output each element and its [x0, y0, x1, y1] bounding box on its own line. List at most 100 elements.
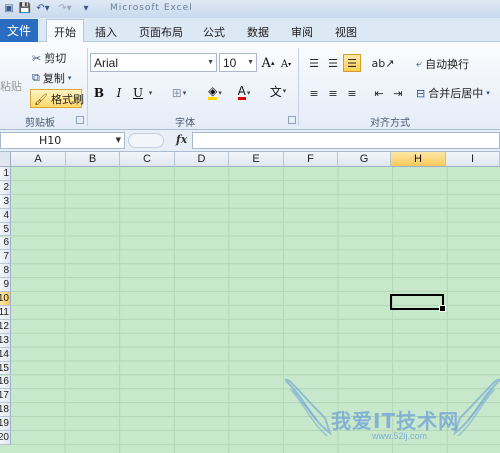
row-header[interactable]: 19	[0, 417, 11, 432]
column-header-i[interactable]: I	[446, 152, 500, 167]
cut-button[interactable]: ✂ 剪切	[32, 50, 66, 66]
row-header[interactable]: 15	[0, 361, 11, 376]
chevron-down-icon: ▾	[182, 89, 187, 97]
fill-color-button[interactable]: ◈ ▾	[203, 84, 227, 102]
row-header[interactable]: 16	[0, 375, 11, 390]
row-header[interactable]: 12	[0, 319, 11, 334]
wrap-text-icon: ⤶	[416, 57, 423, 70]
align-bottom-icon: ☰	[347, 56, 357, 70]
row-header[interactable]: 13	[0, 333, 11, 348]
bold-button[interactable]: B	[92, 84, 106, 102]
borders-button[interactable]: ⊞ ▾	[168, 84, 190, 102]
column-header-a[interactable]: A	[11, 152, 66, 167]
row-header[interactable]: 5	[0, 222, 11, 237]
paste-button[interactable]: 粘贴	[0, 78, 22, 94]
format-painter-label: 格式刷	[50, 93, 84, 106]
wrap-text-button[interactable]: ⤶ 自动换行	[416, 56, 469, 72]
tab-file[interactable]: 文件	[0, 19, 38, 42]
shrink-font-icon: A	[280, 58, 289, 70]
brush-icon: 🖌	[34, 92, 48, 106]
font-size-select[interactable]: 10 ▼	[219, 53, 257, 72]
increase-indent-button[interactable]: ⇥	[389, 84, 407, 102]
active-cell-h10[interactable]	[390, 294, 446, 312]
font-size-value: 10	[223, 55, 237, 70]
select-all-button[interactable]	[0, 152, 11, 167]
outdent-icon: ⇤	[374, 86, 384, 100]
align-middle-button[interactable]: ☰	[324, 54, 342, 72]
watermark-text: 我爱IT技术网	[331, 409, 460, 433]
orientation-button[interactable]: ab↗	[372, 54, 395, 72]
align-right-icon: ≡	[347, 86, 357, 100]
copy-button[interactable]: ⧉ 复制 ▾	[32, 70, 71, 86]
italic-button[interactable]: I	[112, 84, 126, 102]
redo-icon[interactable]: ↷▾	[56, 2, 74, 15]
paste-label: 粘贴	[0, 80, 22, 93]
row-header-selected[interactable]: 10	[0, 292, 11, 306]
grow-font-button[interactable]: A ▴	[260, 54, 276, 72]
phonetic-button[interactable]: 文 ▾	[266, 82, 290, 100]
excel-app-icon[interactable]: ▣	[2, 2, 16, 15]
tab-data[interactable]: 数据	[242, 22, 274, 42]
column-header-g[interactable]: G	[338, 152, 391, 167]
customize-toolbar-icon[interactable]: ▾	[80, 2, 92, 15]
row-header[interactable]: 11	[0, 306, 11, 320]
row-header[interactable]: 1	[0, 167, 11, 181]
font-color-button[interactable]: A ▾	[232, 84, 256, 102]
font-launcher-icon[interactable]	[288, 116, 296, 124]
decrease-indent-button[interactable]: ⇤	[370, 84, 388, 102]
row-header[interactable]: 14	[0, 347, 11, 362]
chevron-down-icon: ▾	[148, 89, 153, 97]
tab-formulas[interactable]: 公式	[198, 22, 230, 42]
underline-dropdown[interactable]: ▾	[145, 84, 155, 102]
column-header-d[interactable]: D	[175, 152, 229, 167]
row-header[interactable]: 18	[0, 403, 11, 418]
save-icon[interactable]: 💾	[18, 2, 32, 15]
column-header-c[interactable]: C	[120, 152, 175, 167]
row-header[interactable]: 6	[0, 236, 11, 251]
align-bottom-button[interactable]: ☰	[343, 54, 361, 72]
phonetic-icon: 文	[269, 84, 282, 99]
font-name-value: Arial	[94, 55, 119, 70]
tab-insert[interactable]: 插入	[90, 22, 122, 42]
row-header[interactable]: 8	[0, 264, 11, 279]
align-right-button[interactable]: ≡	[343, 84, 361, 102]
column-header-e[interactable]: E	[229, 152, 284, 167]
tab-review[interactable]: 审阅	[286, 22, 318, 42]
watermark-url: www.52ij.com	[372, 431, 428, 441]
column-header-f[interactable]: F	[284, 152, 338, 167]
formula-splitter[interactable]	[128, 133, 164, 148]
chevron-down-icon: ▾	[218, 89, 222, 97]
row-header[interactable]: 4	[0, 208, 11, 223]
tab-view[interactable]: 视图	[330, 22, 362, 42]
align-center-button[interactable]: ≡	[324, 84, 342, 102]
row-header[interactable]: 17	[0, 389, 11, 404]
scissors-icon: ✂	[32, 51, 42, 65]
shrink-font-button[interactable]: A ▾	[279, 55, 293, 73]
align-left-button[interactable]: ≡	[305, 84, 323, 102]
column-header-h[interactable]: H	[391, 152, 446, 167]
row-header[interactable]: 3	[0, 194, 11, 209]
name-box[interactable]: H10 ▼	[0, 132, 125, 149]
copy-icon: ⧉	[32, 71, 40, 84]
wrap-text-label: 自动换行	[425, 58, 470, 71]
column-header-b[interactable]: B	[66, 152, 120, 167]
row-header[interactable]: 2	[0, 180, 11, 195]
clipboard-launcher-icon[interactable]	[76, 116, 84, 124]
underline-button[interactable]: U	[131, 84, 145, 102]
excel-window: ▣ 💾 ↶▾ ↷▾ ▾ Microsoft Excel 文件 开始 插入 页面布…	[0, 0, 500, 453]
insert-function-icon[interactable]: fx	[176, 133, 187, 146]
copy-label: 复制	[42, 72, 65, 85]
font-name-select[interactable]: Arial ▼	[90, 53, 217, 72]
border-icon: ⊞	[171, 86, 182, 100]
merge-center-label: 合并后居中	[428, 87, 484, 100]
undo-icon[interactable]: ↶▾	[34, 2, 52, 15]
merge-center-button[interactable]: ⊟ 合并后居中 ▾	[416, 85, 490, 101]
tab-home[interactable]: 开始	[46, 19, 84, 43]
row-header[interactable]: 20	[0, 431, 11, 445]
align-top-icon: ☰	[309, 56, 319, 70]
row-header[interactable]: 7	[0, 250, 11, 265]
row-header[interactable]: 9	[0, 278, 11, 293]
align-top-button[interactable]: ☰	[305, 54, 323, 72]
tab-page-layout[interactable]: 页面布局	[134, 22, 188, 42]
formula-input[interactable]	[192, 132, 500, 149]
